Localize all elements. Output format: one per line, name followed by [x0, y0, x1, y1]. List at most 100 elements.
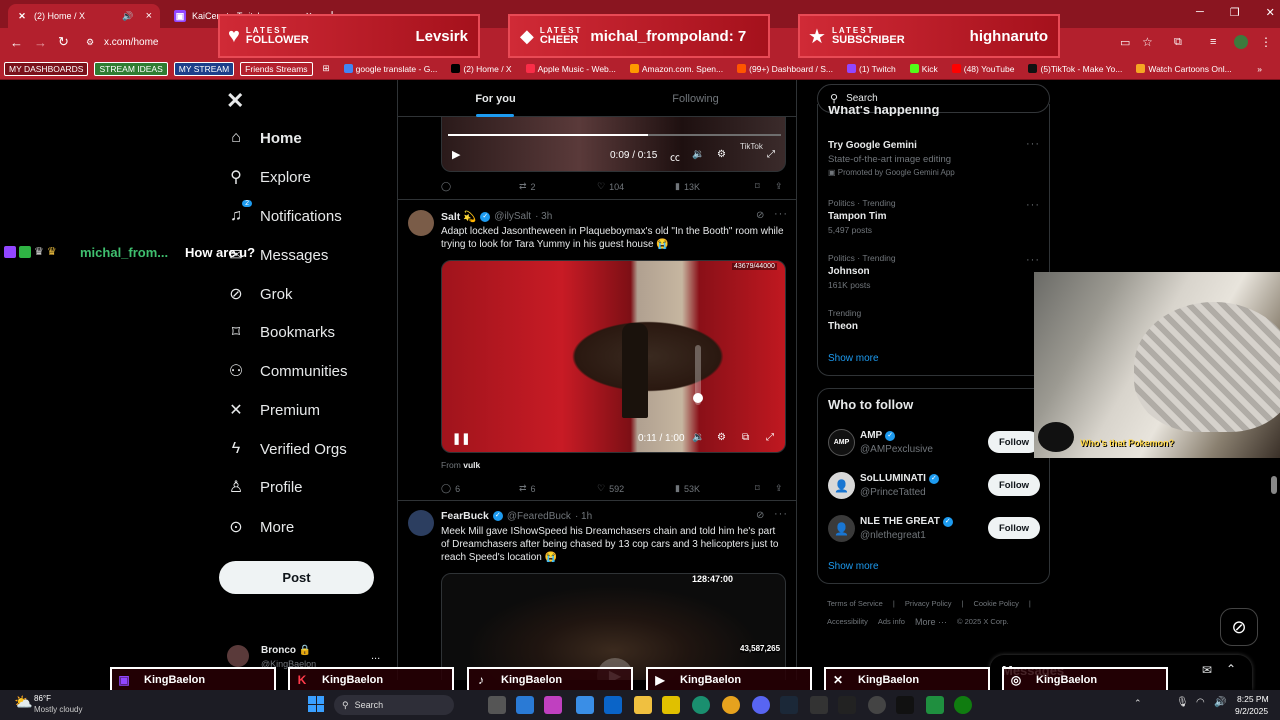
like-button[interactable]: ♡ 104 [597, 181, 675, 192]
nav-notifications[interactable]: ♫ 2 Notifications [226, 200, 342, 231]
address-bar[interactable]: x.com/home [104, 37, 158, 48]
nav-premium[interactable]: ✕ Premium [226, 395, 320, 425]
video-player[interactable]: 43679/44000 ❚❚ 0:11 / 1:00 🔉 ⚙ ⧉ ⤢ [441, 260, 786, 453]
xbox-icon[interactable] [954, 696, 972, 714]
bookmark-twitch[interactable]: (1) Twitch [843, 63, 900, 75]
like-button[interactable]: ♡ 592 [597, 483, 675, 494]
views-button[interactable]: ▮ 53K [675, 483, 755, 494]
bookmark-icon[interactable]: ⌑ [755, 181, 775, 192]
ads-info-link[interactable]: Ads info [878, 616, 905, 628]
mic-icon[interactable]: 🎙 [1176, 697, 1189, 708]
bookmark-my-stream[interactable]: MY STREAM [173, 61, 235, 76]
settings-icon[interactable]: ⚙ [717, 432, 726, 443]
close-tab-icon[interactable]: × [146, 10, 152, 22]
sticky-notes-icon[interactable] [662, 696, 680, 714]
outlook-icon[interactable] [604, 696, 622, 714]
captions-icon[interactable]: ㏄ [670, 149, 680, 164]
nav-communities[interactable]: ⚇ Communities [226, 356, 348, 386]
tweet-salt[interactable]: Salt 💫 ✓ @ilySalt · 3h ⊘ ··· Adapt locke… [398, 200, 796, 501]
tab-x-home[interactable]: ✕ (2) Home / X 🔊 × [8, 4, 160, 28]
discord-icon[interactable] [752, 696, 770, 714]
close-window-icon[interactable]: ✕ [1266, 6, 1275, 19]
fullscreen-icon[interactable]: ⤢ [766, 432, 774, 443]
follow-button[interactable]: Follow [988, 431, 1040, 453]
repost-button[interactable]: ⇄ 2 [519, 181, 597, 192]
volume-icon[interactable]: 🔉 [692, 432, 704, 443]
weather-icon[interactable]: ⛅ [14, 693, 33, 711]
settings-icon[interactable]: ⚙ [717, 149, 726, 160]
compose-message-icon[interactable]: ✉ [1202, 663, 1212, 677]
more-link[interactable]: More ··· [915, 616, 947, 628]
bookmark-icon[interactable]: ⌑ [755, 483, 775, 494]
bookmark-kick[interactable]: Kick [906, 63, 942, 75]
reading-list-icon[interactable]: ≡ [1210, 36, 1216, 48]
bookmark-youtube[interactable]: (48) YouTube [948, 63, 1019, 75]
grok-icon[interactable]: ⊘ [756, 210, 764, 221]
reload-icon[interactable]: ↻ [58, 34, 69, 50]
speaker-icon[interactable]: 🔊 [1214, 697, 1226, 708]
bookmark-google-translate[interactable]: google translate - G... [340, 63, 442, 75]
file-explorer-icon[interactable] [634, 696, 652, 714]
bookmark-apple-music[interactable]: Apple Music - Web... [522, 63, 620, 75]
play-icon[interactable]: ▶ [452, 148, 460, 161]
follow-button[interactable]: Follow [988, 517, 1040, 539]
site-info-icon[interactable]: ⚙ [86, 37, 94, 48]
browser-menu-icon[interactable]: ⋮ [1260, 35, 1272, 49]
follow-button[interactable]: Follow [988, 474, 1040, 496]
obs-icon[interactable] [868, 696, 886, 714]
share-icon[interactable]: ⇪ [775, 483, 783, 494]
bookmark-dashboard[interactable]: (99+) Dashboard / S... [733, 63, 837, 75]
fullscreen-icon[interactable]: ⤢ [767, 149, 775, 160]
trend-item[interactable]: Trending Theon [828, 308, 861, 332]
repost-button[interactable]: ⇄ 6 [519, 483, 597, 494]
tab-following[interactable]: Following [598, 80, 793, 117]
bookmark-x-home[interactable]: (2) Home / X [447, 63, 515, 75]
copilot-icon[interactable] [544, 696, 562, 714]
follow-suggestion[interactable]: 👤 SoLLUMINATI ✓ @PrinceTatted Follow [828, 472, 1043, 502]
page-scrollbar-thumb[interactable] [1271, 476, 1277, 494]
nav-explore[interactable]: ⚲ Explore [226, 162, 311, 192]
more-icon[interactable]: ··· [1026, 199, 1040, 211]
show-more-link[interactable]: Show more [828, 353, 879, 364]
star-bookmark-icon[interactable]: ☆ [1142, 35, 1153, 49]
follow-suggestion[interactable]: AMP AMP ✓ @AMPexclusive Follow [828, 429, 1043, 459]
forward-icon[interactable]: → [34, 35, 47, 50]
gallery-icon[interactable] [516, 696, 534, 714]
tab-for-you[interactable]: For you [398, 80, 593, 117]
nav-home[interactable]: ⌂ Home [226, 123, 302, 153]
expand-drawer-icon[interactable]: ⌃ [1226, 662, 1236, 676]
cookie-link[interactable]: Cookie Policy [973, 598, 1018, 610]
accessibility-link[interactable]: Accessibility [827, 616, 868, 628]
windows-start-icon[interactable] [308, 696, 324, 712]
video-progress-track[interactable] [448, 134, 781, 136]
tweet-handle[interactable]: @FearedBuck [507, 511, 571, 522]
tweet-avatar[interactable] [408, 510, 434, 536]
trend-item[interactable]: Politics · Trending Tampon Tim 5,497 pos… [828, 198, 896, 235]
show-more-link[interactable]: Show more [828, 561, 879, 572]
privacy-link[interactable]: Privacy Policy [905, 598, 952, 610]
tweet-handle[interactable]: @ilySalt [494, 211, 531, 222]
bookmark-watch-cartoons[interactable]: Watch Cartoons Onl... [1132, 63, 1235, 75]
profile-avatar-icon[interactable] [1234, 35, 1248, 49]
more-icon[interactable]: ··· [1026, 254, 1040, 266]
tweet-author[interactable]: FearBuck [441, 510, 489, 522]
clock-time[interactable]: 8:25 PM [1237, 694, 1269, 704]
video-source-link[interactable]: vulk [463, 460, 480, 470]
post-button[interactable]: Post [219, 561, 374, 594]
epic-icon[interactable] [810, 696, 828, 714]
more-icon[interactable]: ··· [774, 508, 788, 520]
store-icon[interactable] [576, 696, 594, 714]
views-button[interactable]: ▮ 13K [675, 181, 755, 192]
more-icon[interactable]: ··· [1026, 138, 1040, 150]
more-icon[interactable]: ··· [774, 208, 788, 220]
back-icon[interactable]: ← [10, 35, 23, 50]
reply-button[interactable]: ◯ [441, 181, 519, 192]
grok-fab-icon[interactable]: ⊘ [1220, 608, 1258, 646]
tiktok-icon[interactable] [896, 696, 914, 714]
video-player[interactable]: 128:47:00 43,587,265 ▶ [441, 573, 786, 680]
x-logo-icon[interactable]: ✕ [226, 88, 244, 114]
nav-bookmarks[interactable]: ⌑ Bookmarks [226, 317, 335, 347]
cast-icon[interactable]: ▭ [1120, 36, 1130, 49]
tweet-author[interactable]: Salt 💫 [441, 210, 476, 223]
extensions-icon[interactable]: ⧉ [1174, 36, 1182, 49]
